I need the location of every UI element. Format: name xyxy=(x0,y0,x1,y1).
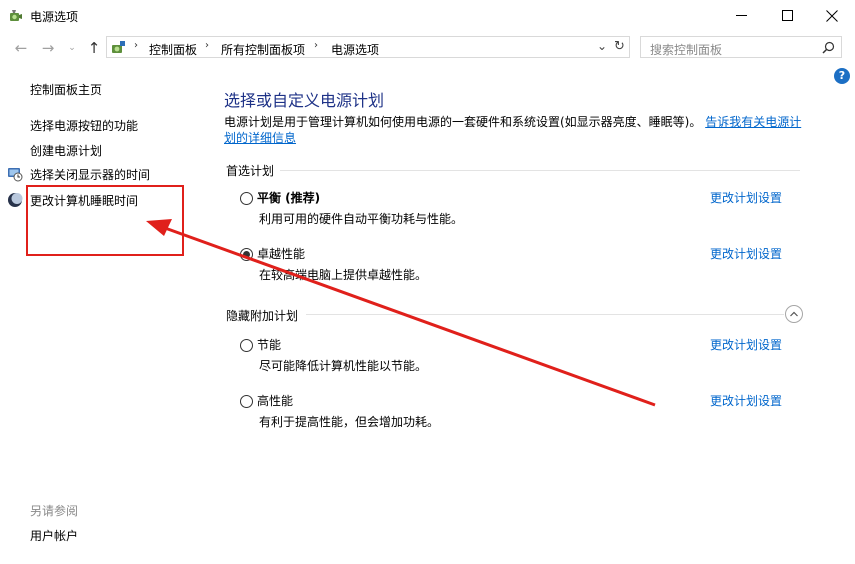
refresh-icon[interactable]: ↻ xyxy=(614,39,625,54)
annotation-highlight-box xyxy=(26,185,184,256)
title-bar: 电源选项 xyxy=(0,0,855,31)
description-text: 电源计划是用于管理计算机如何使用电源的一套硬件和系统设置(如显示器亮度、睡眠等)… xyxy=(224,115,702,129)
plan-high-performance-name[interactable]: 高性能 xyxy=(257,392,293,409)
plan-balanced-desc: 利用可用的硬件自动平衡功耗与性能。 xyxy=(259,212,464,226)
display-power-icon xyxy=(8,168,23,182)
breadcrumb-separator-icon: › xyxy=(314,40,318,51)
maximize-button[interactable] xyxy=(764,0,810,31)
preferred-plans-heading: 首选计划 xyxy=(226,164,275,178)
minimize-button[interactable] xyxy=(718,0,764,31)
sidebar-item-power-buttons[interactable]: 选择电源按钮的功能 xyxy=(30,117,138,134)
address-dropdown-icon[interactable]: ⌄ xyxy=(597,39,607,53)
plan-power-saver-desc: 尽可能降低计算机性能以节能。 xyxy=(259,359,428,373)
see-also-user-accounts[interactable]: 用户帐户 xyxy=(30,527,78,544)
close-button[interactable] xyxy=(809,0,855,31)
chevron-up-icon xyxy=(790,311,798,317)
recent-locations-button[interactable]: ⌄ xyxy=(62,38,82,58)
plan-balanced-radio[interactable] xyxy=(240,192,253,205)
minimize-icon xyxy=(735,15,747,16)
divider xyxy=(306,314,784,315)
plan-ultimate-change-link[interactable]: 更改计划设置 xyxy=(710,245,782,262)
up-button[interactable]: ↑ xyxy=(84,38,104,58)
plan-power-saver-radio[interactable] xyxy=(240,339,253,352)
address-bar[interactable]: › 控制面板 › 所有控制面板项 › 电源选项 ⌄ ↻ xyxy=(106,36,630,58)
plan-power-saver-name[interactable]: 节能 xyxy=(257,336,281,353)
arrow-up-icon: ↑ xyxy=(87,39,101,57)
plan-balanced-change-link[interactable]: 更改计划设置 xyxy=(710,189,782,206)
page-description: 电源计划是用于管理计算机如何使用电源的一套硬件和系统设置(如显示器亮度、睡眠等)… xyxy=(224,114,804,146)
plan-balanced-name[interactable]: 平衡 (推荐) xyxy=(257,189,320,206)
sidebar-home-link[interactable]: 控制面板主页 xyxy=(30,81,102,98)
sidebar-item-create-plan[interactable]: 创建电源计划 xyxy=(30,142,102,159)
plan-ultimate-name[interactable]: 卓越性能 xyxy=(257,245,305,262)
arrow-left-icon: ← xyxy=(14,39,28,57)
breadcrumb-separator-icon: › xyxy=(205,40,209,51)
breadcrumb-all-items[interactable]: 所有控制面板项 xyxy=(221,41,305,58)
address-row: ← → ⌄ ↑ › 控制面板 › 所有控制面板项 › 电源选项 ⌄ ↻ 搜索控制… xyxy=(0,33,855,63)
forward-button[interactable]: → xyxy=(38,38,58,58)
plan-ultimate-radio[interactable] xyxy=(240,248,253,261)
breadcrumb-control-panel[interactable]: 控制面板 xyxy=(149,41,197,58)
annotation-arrow-icon xyxy=(146,219,656,407)
plan-high-performance-desc: 有利于提高性能，但会增加功耗。 xyxy=(259,415,440,429)
breadcrumb-separator-icon: › xyxy=(134,40,138,51)
control-panel-icon xyxy=(112,41,125,53)
hidden-plans-heading: 隐藏附加计划 xyxy=(226,309,299,323)
breadcrumb-power-options[interactable]: 电源选项 xyxy=(331,41,379,58)
see-also-heading: 另请参阅 xyxy=(30,504,79,518)
window-title: 电源选项 xyxy=(30,10,79,24)
chevron-down-icon: ⌄ xyxy=(68,43,76,53)
search-icon xyxy=(822,41,835,54)
close-icon xyxy=(826,9,838,22)
arrow-right-icon: → xyxy=(41,39,55,57)
divider xyxy=(280,170,800,171)
power-options-icon xyxy=(10,10,22,21)
sidebar-item-display-off[interactable]: 选择关闭显示器的时间 xyxy=(30,166,150,183)
maximize-icon xyxy=(781,10,793,21)
plan-ultimate-desc: 在较高端电脑上提供卓越性能。 xyxy=(259,268,428,282)
collapse-hidden-plans-button[interactable] xyxy=(785,305,803,323)
plan-high-performance-change-link[interactable]: 更改计划设置 xyxy=(710,392,782,409)
moon-icon xyxy=(8,193,23,207)
plan-high-performance-radio[interactable] xyxy=(240,395,253,408)
search-box[interactable]: 搜索控制面板 xyxy=(640,36,842,58)
plan-power-saver-change-link[interactable]: 更改计划设置 xyxy=(710,336,782,353)
help-icon[interactable]: ? xyxy=(834,68,850,84)
search-input[interactable]: 搜索控制面板 xyxy=(650,41,722,58)
page-title: 选择或自定义电源计划 xyxy=(224,91,385,110)
back-button[interactable]: ← xyxy=(11,38,31,58)
